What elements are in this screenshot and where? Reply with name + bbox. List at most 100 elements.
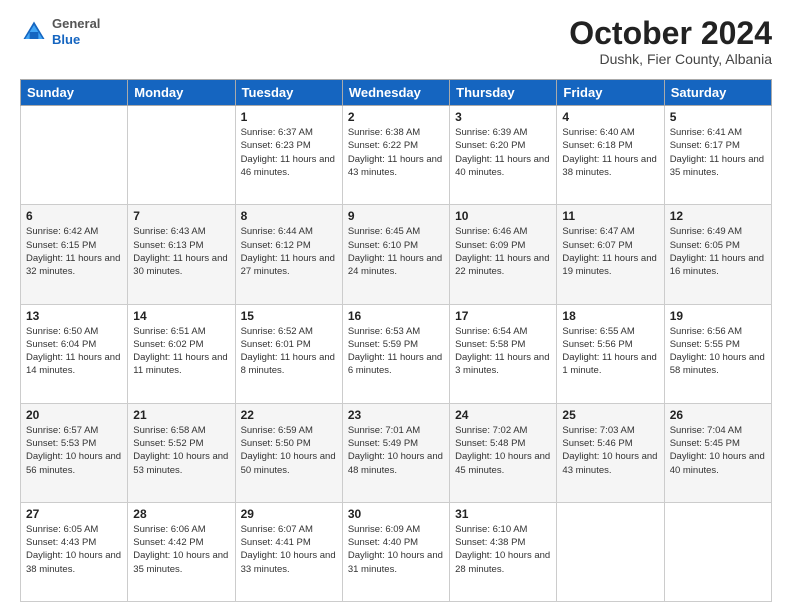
- day-number: 20: [26, 408, 122, 422]
- day-detail: Sunrise: 6:38 AM Sunset: 6:22 PM Dayligh…: [348, 126, 444, 179]
- col-saturday: Saturday: [664, 80, 771, 106]
- table-row: 24 Sunrise: 7:02 AM Sunset: 5:48 PM Dayli…: [450, 403, 557, 502]
- day-detail: Sunrise: 6:57 AM Sunset: 5:53 PM Dayligh…: [26, 424, 122, 477]
- day-detail: Sunrise: 6:42 AM Sunset: 6:15 PM Dayligh…: [26, 225, 122, 278]
- table-row: 20 Sunrise: 6:57 AM Sunset: 5:53 PM Dayli…: [21, 403, 128, 502]
- col-tuesday: Tuesday: [235, 80, 342, 106]
- calendar-row: 20 Sunrise: 6:57 AM Sunset: 5:53 PM Dayli…: [21, 403, 772, 502]
- calendar-row: 6 Sunrise: 6:42 AM Sunset: 6:15 PM Daylig…: [21, 205, 772, 304]
- day-detail: Sunrise: 6:51 AM Sunset: 6:02 PM Dayligh…: [133, 325, 229, 378]
- table-row: [664, 502, 771, 601]
- table-row: 19Sunrise: 6:56 AM Sunset: 5:55 PM Dayli…: [664, 304, 771, 403]
- page: General Blue October 2024 Dushk, Fier Co…: [0, 0, 792, 612]
- day-number: 3: [455, 110, 551, 124]
- logo: General Blue: [20, 16, 100, 47]
- day-number: 9: [348, 209, 444, 223]
- day-number: 30: [348, 507, 444, 521]
- table-row: 3 Sunrise: 6:39 AM Sunset: 6:20 PM Daylig…: [450, 106, 557, 205]
- table-row: 28Sunrise: 6:06 AM Sunset: 4:42 PM Dayli…: [128, 502, 235, 601]
- day-number: 6: [26, 209, 122, 223]
- table-row: 30 Sunrise: 6:09 AM Sunset: 4:40 PM Dayli…: [342, 502, 449, 601]
- table-row: 15 Sunrise: 6:52 AM Sunset: 6:01 PM Dayli…: [235, 304, 342, 403]
- table-row: 5 Sunrise: 6:41 AM Sunset: 6:17 PM Daylig…: [664, 106, 771, 205]
- table-row: 14 Sunrise: 6:51 AM Sunset: 6:02 PM Dayli…: [128, 304, 235, 403]
- day-number: 5: [670, 110, 766, 124]
- day-detail: Sunrise: 7:01 AM Sunset: 5:49 PM Dayligh…: [348, 424, 444, 477]
- table-row: 18 Sunrise: 6:55 AM Sunset: 5:56 PM Dayli…: [557, 304, 664, 403]
- day-number: 24: [455, 408, 551, 422]
- day-detail: Sunrise: 6:49 AM Sunset: 6:05 PM Dayligh…: [670, 225, 766, 278]
- calendar-row: 1 Sunrise: 6:37 AM Sunset: 6:23 PM Daylig…: [21, 106, 772, 205]
- day-detail: Sunrise: 6:59 AM Sunset: 5:50 PM Dayligh…: [241, 424, 337, 477]
- col-friday: Friday: [557, 80, 664, 106]
- day-detail: Sunrise: 7:03 AM Sunset: 5:46 PM Dayligh…: [562, 424, 658, 477]
- day-detail: Sunrise: 7:04 AM Sunset: 5:45 PM Dayligh…: [670, 424, 766, 477]
- calendar-row: 13 Sunrise: 6:50 AM Sunset: 6:04 PM Dayli…: [21, 304, 772, 403]
- day-number: 12: [670, 209, 766, 223]
- col-sunday: Sunday: [21, 80, 128, 106]
- day-number: 13: [26, 309, 122, 323]
- day-detail: Sunrise: 6:54 AM Sunset: 5:58 PM Dayligh…: [455, 325, 551, 378]
- day-number: 28: [133, 507, 229, 521]
- day-detail: Sunrise: 6:39 AM Sunset: 6:20 PM Dayligh…: [455, 126, 551, 179]
- day-number: 29: [241, 507, 337, 521]
- col-thursday: Thursday: [450, 80, 557, 106]
- day-number: 26: [670, 408, 766, 422]
- day-number: 11: [562, 209, 658, 223]
- day-detail: Sunrise: 6:41 AM Sunset: 6:17 PM Dayligh…: [670, 126, 766, 179]
- day-detail: Sunrise: 6:44 AM Sunset: 6:12 PM Dayligh…: [241, 225, 337, 278]
- day-detail: Sunrise: 6:55 AM Sunset: 5:56 PM Dayligh…: [562, 325, 658, 378]
- table-row: 16Sunrise: 6:53 AM Sunset: 5:59 PM Dayli…: [342, 304, 449, 403]
- day-number: 7: [133, 209, 229, 223]
- table-row: [128, 106, 235, 205]
- day-detail: Sunrise: 6:43 AM Sunset: 6:13 PM Dayligh…: [133, 225, 229, 278]
- day-number: 23: [348, 408, 444, 422]
- table-row: 11 Sunrise: 6:47 AM Sunset: 6:07 PM Dayli…: [557, 205, 664, 304]
- calendar-title: October 2024: [569, 16, 772, 51]
- logo-blue: Blue: [52, 32, 100, 48]
- day-number: 15: [241, 309, 337, 323]
- table-row: 7 Sunrise: 6:43 AM Sunset: 6:13 PM Daylig…: [128, 205, 235, 304]
- day-number: 31: [455, 507, 551, 521]
- day-number: 22: [241, 408, 337, 422]
- day-number: 18: [562, 309, 658, 323]
- table-row: 8 Sunrise: 6:44 AM Sunset: 6:12 PM Daylig…: [235, 205, 342, 304]
- table-row: 6 Sunrise: 6:42 AM Sunset: 6:15 PM Daylig…: [21, 205, 128, 304]
- table-row: 26 Sunrise: 7:04 AM Sunset: 5:45 PM Dayli…: [664, 403, 771, 502]
- table-row: 4 Sunrise: 6:40 AM Sunset: 6:18 PM Daylig…: [557, 106, 664, 205]
- table-row: [21, 106, 128, 205]
- header: General Blue October 2024 Dushk, Fier Co…: [20, 16, 772, 67]
- day-detail: Sunrise: 6:50 AM Sunset: 6:04 PM Dayligh…: [26, 325, 122, 378]
- table-row: 29 Sunrise: 6:07 AM Sunset: 4:41 PM Dayli…: [235, 502, 342, 601]
- day-number: 8: [241, 209, 337, 223]
- day-number: 4: [562, 110, 658, 124]
- day-detail: Sunrise: 6:52 AM Sunset: 6:01 PM Dayligh…: [241, 325, 337, 378]
- day-detail: Sunrise: 7:02 AM Sunset: 5:48 PM Dayligh…: [455, 424, 551, 477]
- day-detail: Sunrise: 6:40 AM Sunset: 6:18 PM Dayligh…: [562, 126, 658, 179]
- day-detail: Sunrise: 6:09 AM Sunset: 4:40 PM Dayligh…: [348, 523, 444, 576]
- day-detail: Sunrise: 6:07 AM Sunset: 4:41 PM Dayligh…: [241, 523, 337, 576]
- table-row: 27Sunrise: 6:05 AM Sunset: 4:43 PM Dayli…: [21, 502, 128, 601]
- day-number: 27: [26, 507, 122, 521]
- day-detail: Sunrise: 6:58 AM Sunset: 5:52 PM Dayligh…: [133, 424, 229, 477]
- calendar-table: Sunday Monday Tuesday Wednesday Thursday…: [20, 79, 772, 602]
- logo-text: General Blue: [52, 16, 100, 47]
- col-monday: Monday: [128, 80, 235, 106]
- day-detail: Sunrise: 6:46 AM Sunset: 6:09 PM Dayligh…: [455, 225, 551, 278]
- table-row: 31 Sunrise: 6:10 AM Sunset: 4:38 PM Dayli…: [450, 502, 557, 601]
- day-number: 1: [241, 110, 337, 124]
- day-detail: Sunrise: 6:10 AM Sunset: 4:38 PM Dayligh…: [455, 523, 551, 576]
- day-detail: Sunrise: 6:37 AM Sunset: 6:23 PM Dayligh…: [241, 126, 337, 179]
- day-number: 14: [133, 309, 229, 323]
- table-row: 2Sunrise: 6:38 AM Sunset: 6:22 PM Daylig…: [342, 106, 449, 205]
- table-row: 17 Sunrise: 6:54 AM Sunset: 5:58 PM Dayli…: [450, 304, 557, 403]
- title-block: October 2024 Dushk, Fier County, Albania: [569, 16, 772, 67]
- table-row: 12 Sunrise: 6:49 AM Sunset: 6:05 PM Dayli…: [664, 205, 771, 304]
- day-detail: Sunrise: 6:47 AM Sunset: 6:07 PM Dayligh…: [562, 225, 658, 278]
- day-number: 16: [348, 309, 444, 323]
- day-number: 19: [670, 309, 766, 323]
- day-number: 17: [455, 309, 551, 323]
- calendar-subtitle: Dushk, Fier County, Albania: [569, 51, 772, 67]
- calendar-row: 27Sunrise: 6:05 AM Sunset: 4:43 PM Dayli…: [21, 502, 772, 601]
- logo-general: General: [52, 16, 100, 32]
